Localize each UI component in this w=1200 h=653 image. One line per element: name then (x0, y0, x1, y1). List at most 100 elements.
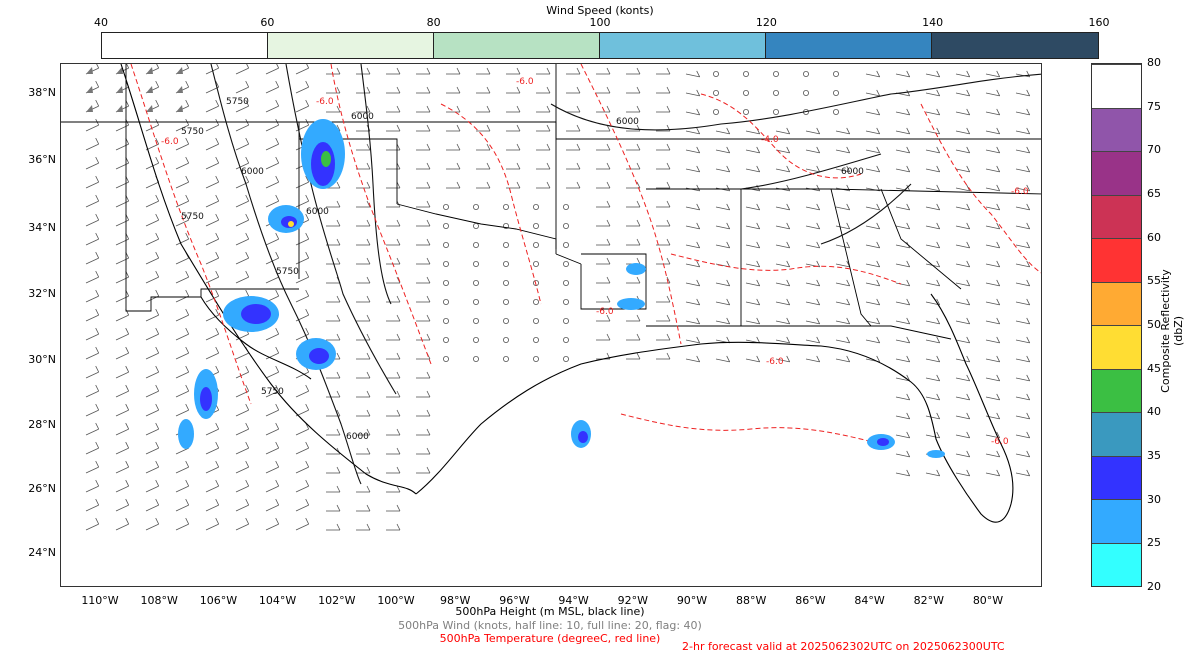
forecast-valid-caption: 2-hr forecast valid at 2025062302UTC on … (682, 640, 1005, 653)
wind-barb-feather (155, 99, 160, 107)
wind-barb (85, 219, 99, 227)
calm-wind-circle (532, 355, 539, 362)
calm-wind-circle (713, 109, 720, 116)
wind-barb (235, 447, 249, 455)
height-contour-label: 6000 (346, 432, 369, 442)
wind-barb (865, 339, 880, 344)
reflectivity-colorbar-segment (1092, 64, 1141, 108)
wind-barb-flag (176, 105, 183, 112)
wind-barb (145, 466, 159, 474)
wind-barb-feather (275, 289, 280, 297)
wind-barb (895, 434, 910, 439)
wind-colorbar-tick: 140 (922, 16, 944, 29)
wind-barb-feather (305, 99, 310, 107)
wind-barb-feather (366, 67, 371, 75)
wind-barb-feather (155, 289, 160, 297)
wind-barb (865, 111, 880, 116)
wind-barb-feather (185, 156, 190, 164)
wind-barb (835, 358, 850, 363)
wind-barb-feather (636, 333, 641, 341)
wind-barb (685, 111, 700, 116)
wind-barb-feather (155, 251, 160, 259)
calm-wind-circle (502, 203, 509, 210)
wind-barb (955, 73, 970, 78)
wind-barb-feather (426, 314, 431, 322)
wind-barb (925, 320, 940, 325)
wind-barb-feather (366, 485, 371, 493)
reflectivity-colorbar-segment (1092, 325, 1141, 369)
wind-barb (205, 105, 219, 113)
wind-barb (295, 238, 309, 246)
wind-barb (85, 257, 99, 265)
wind-barb (235, 238, 249, 246)
wind-barb (955, 320, 970, 325)
wind-barb (895, 206, 910, 211)
wind-barb-feather (125, 384, 130, 392)
wind-barb-feather (95, 175, 100, 183)
wind-barb (865, 92, 880, 97)
wind-barb (295, 523, 309, 531)
wind-barb (85, 390, 99, 398)
wind-barb-feather (95, 517, 100, 525)
wind-barb (745, 301, 760, 306)
map-panel[interactable]: 5750 5750 6000 6000 6000 6000 5750 5750 5750 6000… (60, 63, 1042, 587)
wind-barb (895, 225, 910, 230)
wind-barb (145, 124, 159, 132)
reflectivity-colorbar-tick: 60 (1147, 230, 1161, 244)
wind-barb (715, 225, 730, 230)
wind-barb (865, 282, 880, 287)
wind-barb (685, 244, 700, 249)
wind-barb-feather (606, 200, 611, 208)
wind-barb-feather (336, 428, 341, 436)
wind-barb (835, 244, 850, 249)
calm-wind-circle (442, 355, 449, 362)
wind-colorbar-tick: 40 (94, 16, 108, 29)
wind-barb (235, 504, 249, 512)
wind-barb-feather (546, 105, 551, 113)
wind-colorbar-tick: 120 (755, 16, 777, 29)
reflectivity-colorbar (1091, 63, 1142, 587)
wind-barb-feather (215, 137, 220, 145)
wind-barb (85, 200, 99, 208)
wind-barb-feather (215, 99, 220, 107)
wind-barb (835, 263, 850, 268)
map-canvas[interactable]: 5750 5750 6000 6000 6000 6000 5750 5750 5750 6000… (61, 64, 1042, 587)
wind-barb (685, 282, 700, 287)
wind-barb-feather (396, 295, 401, 303)
wind-barb-feather (636, 86, 641, 94)
wind-barb-feather (305, 479, 310, 487)
calm-wind-circle (502, 355, 509, 362)
wind-barb (715, 282, 730, 287)
wind-barb (175, 181, 189, 189)
wind-barb (295, 181, 309, 189)
wind-barb-feather (305, 460, 310, 468)
wind-barb-feather (245, 498, 250, 506)
wind-colorbar-segment (600, 33, 766, 58)
wind-barb (805, 282, 820, 287)
wind-barb-feather (636, 314, 641, 322)
wind-barb (805, 206, 820, 211)
wind-barb-feather (516, 181, 521, 189)
wind-barb (175, 257, 189, 265)
wind-barb-feather (185, 137, 190, 145)
wind-barb (775, 263, 790, 268)
wind-barb (895, 453, 910, 458)
wind-barb-flag (86, 67, 93, 74)
reflectivity-colorbar-segment (1092, 368, 1141, 412)
wind-barb (265, 143, 279, 151)
wind-barb-feather (275, 346, 280, 354)
wind-barb-feather (185, 365, 190, 373)
wind-barb-feather (396, 390, 401, 398)
wind-barb-feather (155, 346, 160, 354)
wind-barb (955, 415, 970, 420)
wind-barb-feather (486, 181, 491, 189)
wind-barb-feather (606, 238, 611, 246)
wind-barb-feather (336, 352, 341, 360)
wind-barb (265, 67, 279, 75)
wind-barb (1015, 92, 1030, 97)
wind-barb (235, 466, 249, 474)
wind-barb-feather (275, 422, 280, 430)
wind-barb-feather (215, 289, 220, 297)
wind-barb (205, 276, 219, 284)
wind-barb-feather (275, 517, 280, 525)
